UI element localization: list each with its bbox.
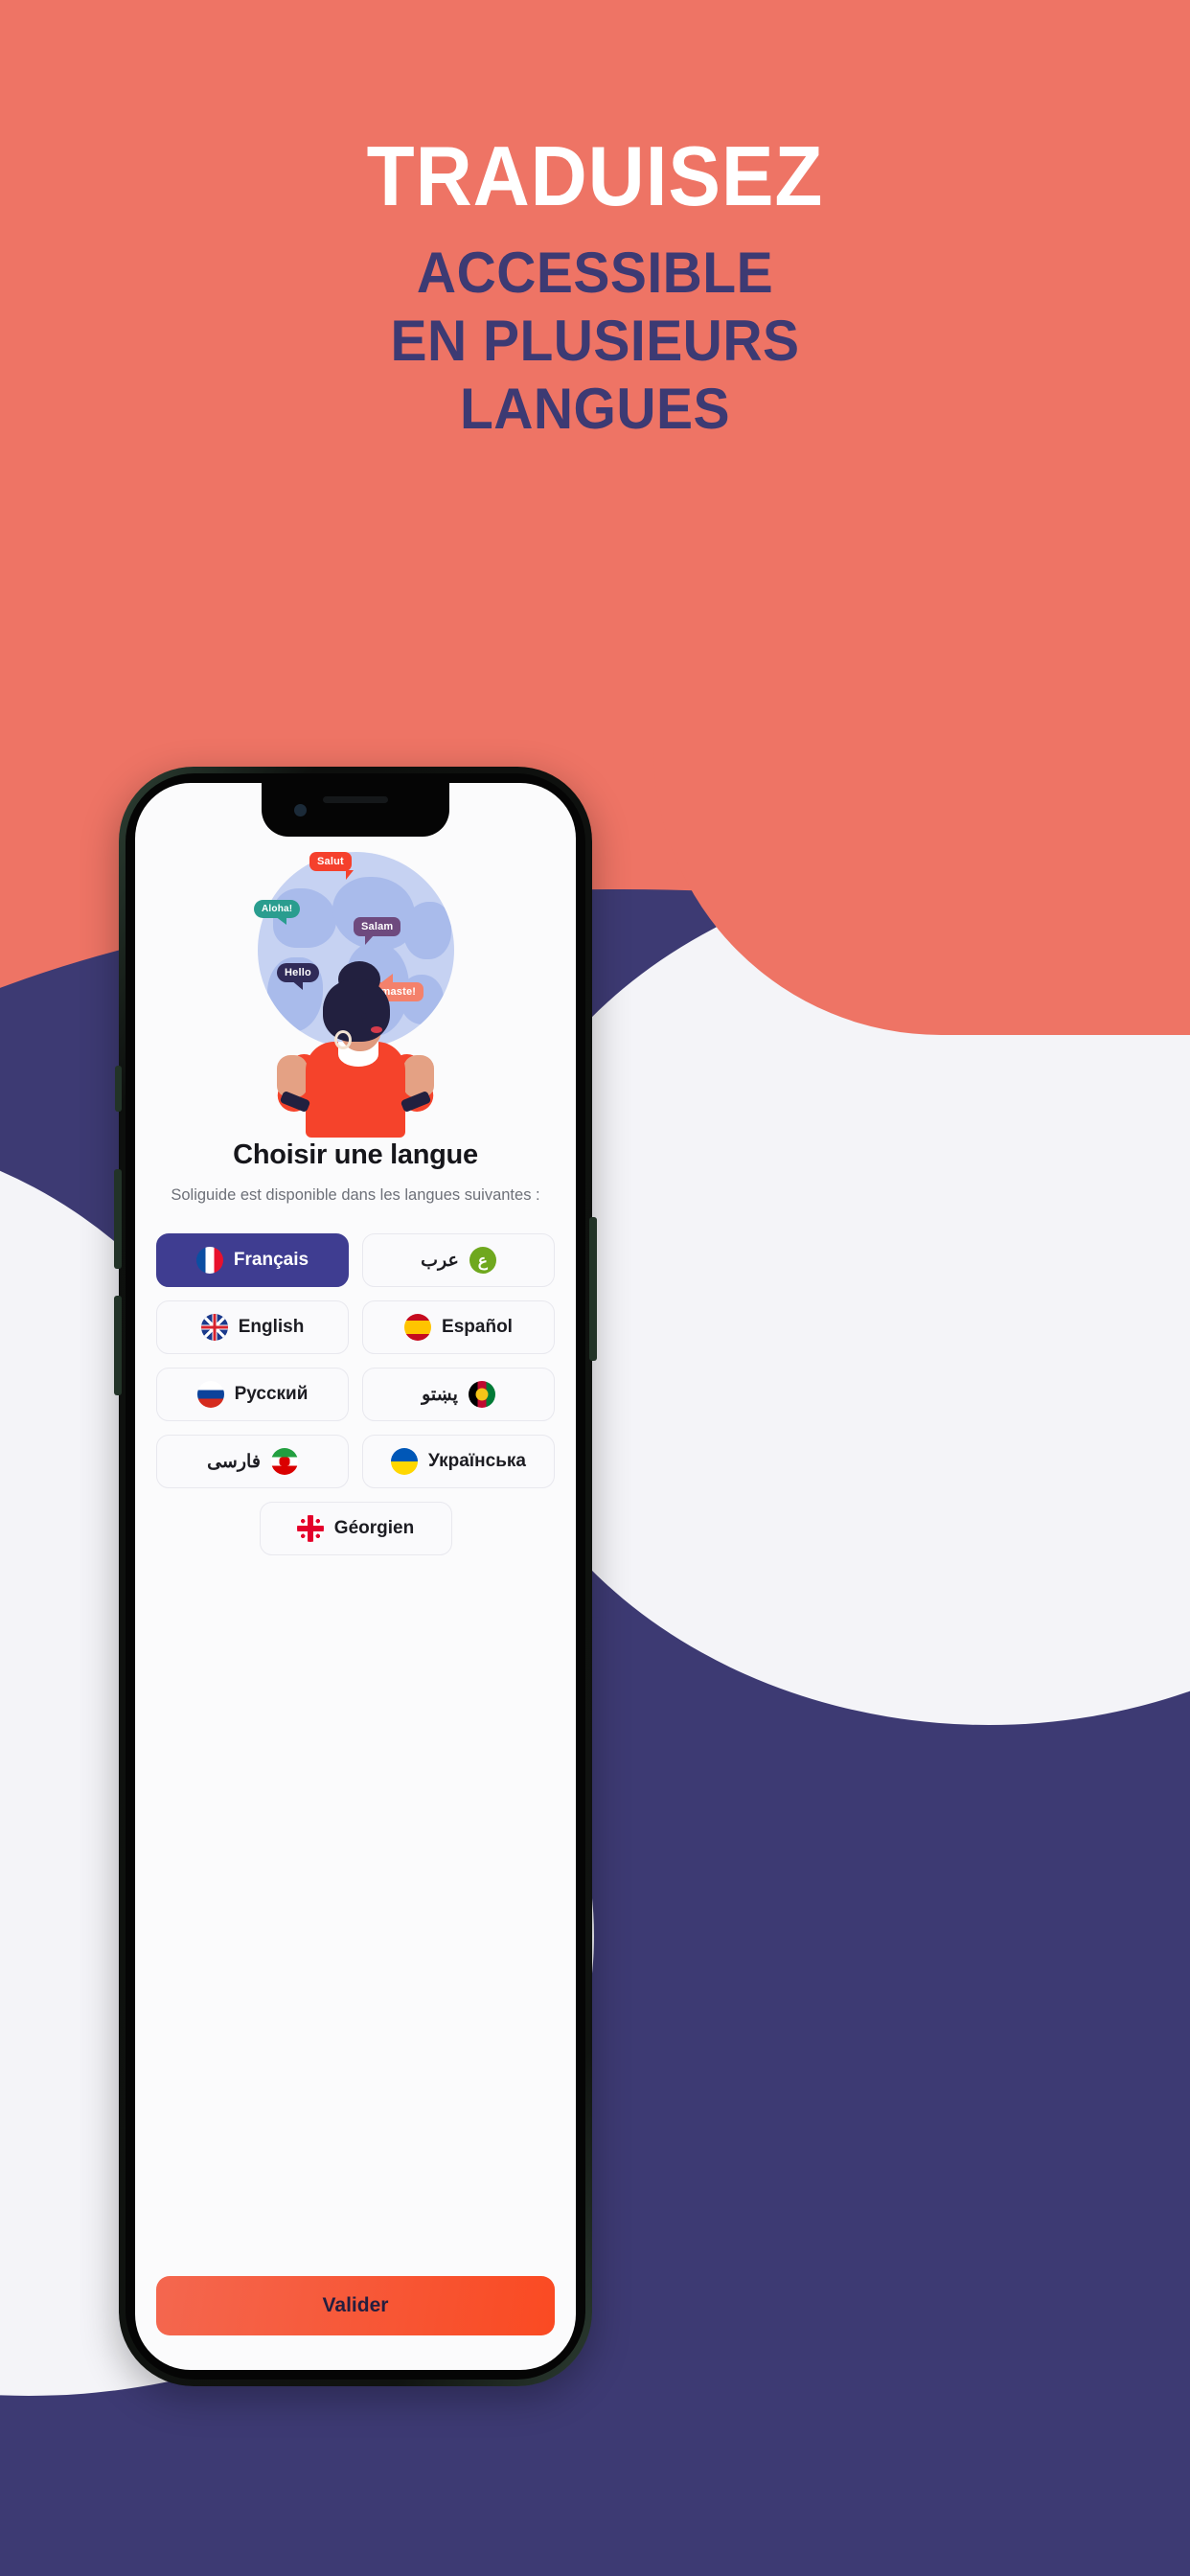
phone-frame: Salut Aloha! Salam Hello Namaste! Choisi… [114, 767, 597, 2386]
flag-ua-icon [391, 1448, 419, 1476]
screen-subtitle: Soliguide est disponible dans les langue… [171, 1186, 540, 1204]
language-option-7[interactable]: فارسی [156, 1435, 349, 1489]
subheadline-line-3: LANGUES [459, 376, 731, 441]
woman-illustration [231, 961, 480, 1138]
illustration: Salut Aloha! Salam Hello Namaste! [135, 817, 576, 1138]
phone-screen: Salut Aloha! Salam Hello Namaste! Choisi… [135, 783, 576, 2370]
flag-af-icon [468, 1381, 495, 1409]
flag-gb-icon [200, 1314, 228, 1342]
flag-fr-icon [195, 1247, 223, 1275]
validate-button[interactable]: Valider [156, 2276, 555, 2335]
phone-power-button[interactable] [589, 1217, 597, 1361]
headline: TRADUISEZ [366, 128, 824, 223]
speech-bubble-aloha: Aloha! [254, 900, 301, 925]
phone-silent-switch[interactable] [115, 1066, 122, 1112]
phone-mockup: Salut Aloha! Salam Hello Namaste! Choisi… [114, 767, 597, 2386]
flag-ge-icon [296, 1515, 324, 1543]
language-label: Русский [234, 1384, 309, 1405]
phone-notch [262, 783, 449, 837]
front-camera-icon [294, 804, 307, 816]
speech-bubble-salut: Salut [309, 852, 354, 881]
flag-es-icon [404, 1314, 432, 1342]
language-option-3[interactable]: English [156, 1300, 349, 1355]
language-label: Español [442, 1317, 513, 1338]
phone-volume-down-button[interactable] [114, 1296, 122, 1395]
validate-section: Valider [135, 2276, 576, 2370]
subheadline: ACCESSIBLE EN PLUSIEURS LANGUES [30, 240, 1160, 443]
screen-title: Choisir une langue [233, 1139, 478, 1170]
language-option-8[interactable]: Українська [362, 1435, 555, 1489]
language-label: Français [233, 1250, 309, 1271]
language-label: Géorgien [333, 1518, 415, 1539]
language-label: Українська [428, 1451, 526, 1472]
language-selection-screen: Salut Aloha! Salam Hello Namaste! Choisi… [135, 783, 576, 2370]
language-option-1[interactable]: Français [156, 1233, 349, 1288]
language-label: پښتو [422, 1384, 458, 1405]
subheadline-line-2: EN PLUSIEURS [390, 308, 800, 373]
language-label: فارسی [207, 1451, 261, 1472]
phone-volume-up-button[interactable] [114, 1169, 122, 1269]
language-label: عرب [421, 1250, 459, 1271]
language-option-5[interactable]: Русский [156, 1368, 349, 1422]
language-option-6[interactable]: پښتو [362, 1368, 555, 1422]
language-option-4[interactable]: Español [362, 1300, 555, 1355]
language-row-last: Géorgien [156, 1502, 555, 1556]
language-list: Français ع عرب English Español Русский پښتو فار… [135, 1233, 576, 1556]
flag-ir-icon [270, 1448, 298, 1476]
earpiece-speaker-icon [323, 796, 388, 803]
language-label: English [238, 1317, 305, 1338]
promo-header: TRADUISEZ ACCESSIBLE EN PLUSIEURS LANGUE… [0, 0, 1190, 443]
subheadline-line-1: ACCESSIBLE [416, 241, 774, 305]
language-option-2[interactable]: ع عرب [362, 1233, 555, 1288]
flag-ar-icon: ع [469, 1247, 496, 1275]
language-option-9[interactable]: Géorgien [259, 1502, 452, 1556]
flag-ru-icon [196, 1381, 224, 1409]
speech-bubble-salam: Salam [354, 917, 401, 946]
